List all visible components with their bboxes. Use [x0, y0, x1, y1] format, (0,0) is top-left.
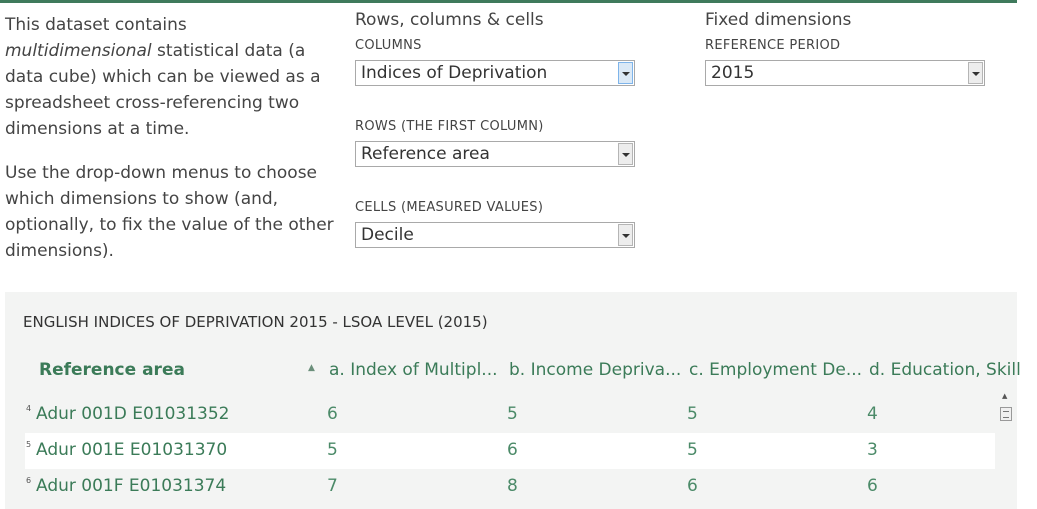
intro-emphasis: multidimensional	[5, 41, 152, 61]
cell-value-b: 6	[507, 440, 518, 460]
column-header-reference-area[interactable]: Reference area	[39, 360, 185, 380]
rows-select[interactable]: Reference area	[355, 141, 635, 167]
sort-ascending-icon[interactable]: ▲	[308, 363, 315, 373]
rcc-heading: Rows, columns & cells	[355, 10, 544, 30]
top-accent-bar	[0, 0, 1017, 3]
columns-select[interactable]: Indices of Deprivation	[355, 60, 635, 86]
data-grid-panel: ENGLISH INDICES OF DEPRIVATION 2015 - LS…	[5, 292, 1021, 509]
row-number: 6	[26, 476, 32, 485]
intro-paragraph-2: Use the drop-down menus to choose which …	[5, 163, 334, 261]
cell-value-b: 8	[507, 476, 518, 496]
rows-label: ROWS (THE FIRST COLUMN)	[355, 119, 544, 134]
scroll-up-arrow-icon[interactable]: ▲	[1002, 392, 1007, 400]
cells-select-value: Decile	[361, 225, 414, 245]
reference-period-value: 2015	[711, 63, 755, 83]
scrollbar-thumb[interactable]	[1000, 407, 1012, 421]
cell-value-d: 6	[867, 476, 878, 496]
fixed-heading: Fixed dimensions	[705, 10, 852, 30]
column-header-c[interactable]: c. Employment De...	[689, 360, 862, 380]
table-row: 5 Adur 001E E01031370 5 6 5 3	[25, 433, 995, 469]
chevron-down-icon[interactable]	[968, 62, 983, 84]
columns-select-value: Indices of Deprivation	[361, 63, 548, 83]
intro-paragraph-1: This dataset contains multidimensional s…	[5, 12, 335, 142]
cell-value-b: 5	[507, 404, 518, 424]
cell-reference-area[interactable]: Adur 001D E01031352	[36, 404, 230, 424]
table-row: 6 Adur 001F E01031374 7 8 6 6	[25, 469, 995, 505]
grid-rows: 4 Adur 001D E01031352 6 5 5 4 5 Adur 001…	[25, 397, 995, 505]
cell-reference-area[interactable]: Adur 001E E01031370	[36, 440, 227, 460]
row-number: 4	[26, 404, 32, 413]
cell-value-d: 3	[867, 440, 878, 460]
fixed-dimensions-panel: Fixed dimensions REFERENCE PERIOD 2015	[705, 10, 985, 110]
cell-value-c: 5	[687, 440, 698, 460]
columns-label: COLUMNS	[355, 38, 422, 53]
vertical-scrollbar[interactable]: ▲	[999, 390, 1013, 509]
rows-columns-cells-panel: Rows, columns & cells COLUMNS Indices of…	[355, 10, 635, 272]
cell-value-a: 5	[327, 440, 338, 460]
rows-select-value: Reference area	[361, 144, 490, 164]
intro-text-part: This dataset contains	[5, 15, 187, 35]
chevron-down-icon[interactable]	[618, 62, 633, 84]
cell-value-c: 5	[687, 404, 698, 424]
column-header-d[interactable]: d. Education, Skill	[869, 360, 1021, 380]
grid-title: ENGLISH INDICES OF DEPRIVATION 2015 - LS…	[23, 313, 488, 331]
cells-select[interactable]: Decile	[355, 222, 635, 248]
table-row: 4 Adur 001D E01031352 6 5 5 4	[25, 397, 995, 433]
cell-value-a: 6	[327, 404, 338, 424]
cell-value-c: 6	[687, 476, 698, 496]
cells-label: CELLS (MEASURED VALUES)	[355, 200, 544, 215]
reference-period-label: REFERENCE PERIOD	[705, 38, 841, 53]
reference-period-select[interactable]: 2015	[705, 60, 985, 86]
chevron-down-icon[interactable]	[618, 143, 633, 165]
cell-value-a: 7	[327, 476, 338, 496]
row-number: 5	[26, 440, 32, 449]
grid-header-row: Reference area ▲ a. Index of Multipl... …	[35, 360, 1021, 380]
cell-reference-area[interactable]: Adur 001F E01031374	[36, 476, 226, 496]
column-header-b[interactable]: b. Income Depriva...	[509, 360, 681, 380]
intro-text: This dataset contains multidimensional s…	[5, 12, 335, 282]
chevron-down-icon[interactable]	[618, 224, 633, 246]
cell-value-d: 4	[867, 404, 878, 424]
column-header-a[interactable]: a. Index of Multipl...	[329, 360, 498, 380]
